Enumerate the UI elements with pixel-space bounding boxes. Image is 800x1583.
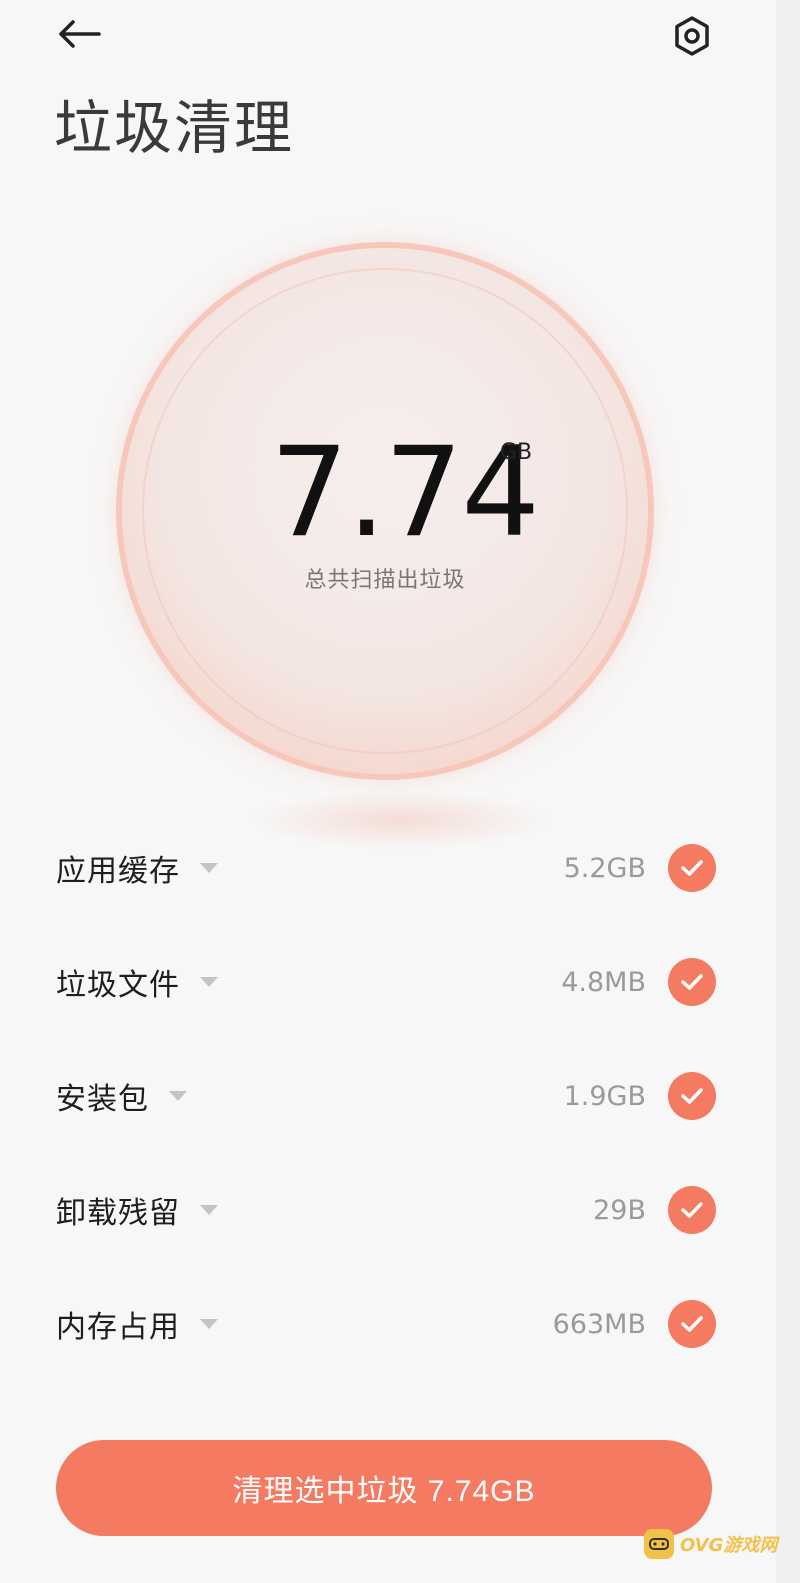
page-title: 垃圾清理 — [54, 94, 295, 162]
item-checkbox[interactable] — [668, 1072, 716, 1120]
list-item-junk-files[interactable]: 垃圾文件 4.8MB — [56, 952, 716, 1012]
hexagon-gear-icon — [675, 16, 709, 56]
list-item-uninstall-residue[interactable]: 卸载残留 29B — [56, 1180, 716, 1240]
total-junk-label: 总共扫描出垃圾 — [304, 568, 466, 593]
item-label: 卸载残留 — [56, 1196, 180, 1231]
item-size: 29B — [593, 1194, 646, 1226]
item-size: 1.9GB — [563, 1080, 646, 1112]
item-label: 安装包 — [56, 1082, 149, 1117]
chevron-down-icon[interactable] — [200, 863, 218, 873]
item-label: 应用缓存 — [56, 854, 180, 889]
clean-selected-button[interactable]: 清理选中垃圾 7.74GB — [56, 1440, 712, 1536]
arrow-left-icon — [59, 20, 101, 48]
chevron-down-icon[interactable] — [200, 1205, 218, 1215]
back-button[interactable] — [52, 10, 106, 58]
watermark-text: OVG游戏网 — [680, 1535, 778, 1556]
item-checkbox[interactable] — [668, 1186, 716, 1234]
checkmark-icon — [681, 1088, 703, 1104]
chevron-down-icon[interactable] — [169, 1091, 187, 1101]
gamepad-icon — [644, 1529, 674, 1559]
scrollbar-track — [776, 0, 800, 1583]
checkmark-icon — [681, 860, 703, 876]
list-item-install-packages[interactable]: 安装包 1.9GB — [56, 1066, 716, 1126]
item-checkbox[interactable] — [668, 1300, 716, 1348]
item-checkbox[interactable] — [668, 958, 716, 1006]
chevron-down-icon[interactable] — [200, 1319, 218, 1329]
checkmark-icon — [681, 1202, 703, 1218]
total-junk-value: 7.74 — [270, 421, 540, 565]
item-size: 5.2GB — [563, 852, 646, 884]
chevron-down-icon[interactable] — [200, 977, 218, 987]
item-label: 垃圾文件 — [56, 968, 180, 1003]
item-checkbox[interactable] — [668, 844, 716, 892]
total-junk-unit: GB — [500, 440, 533, 465]
watermark-logo: OVG游戏网 — [644, 1524, 777, 1564]
settings-button[interactable] — [664, 8, 720, 64]
checkmark-icon — [681, 1316, 703, 1332]
list-item-app-cache[interactable]: 应用缓存 5.2GB — [56, 838, 716, 898]
list-item-memory-usage[interactable]: 内存占用 663MB — [56, 1294, 716, 1354]
checkmark-icon — [681, 974, 703, 990]
item-size: 4.8MB — [561, 966, 646, 998]
item-label: 内存占用 — [56, 1310, 180, 1345]
item-size: 663MB — [552, 1308, 646, 1340]
